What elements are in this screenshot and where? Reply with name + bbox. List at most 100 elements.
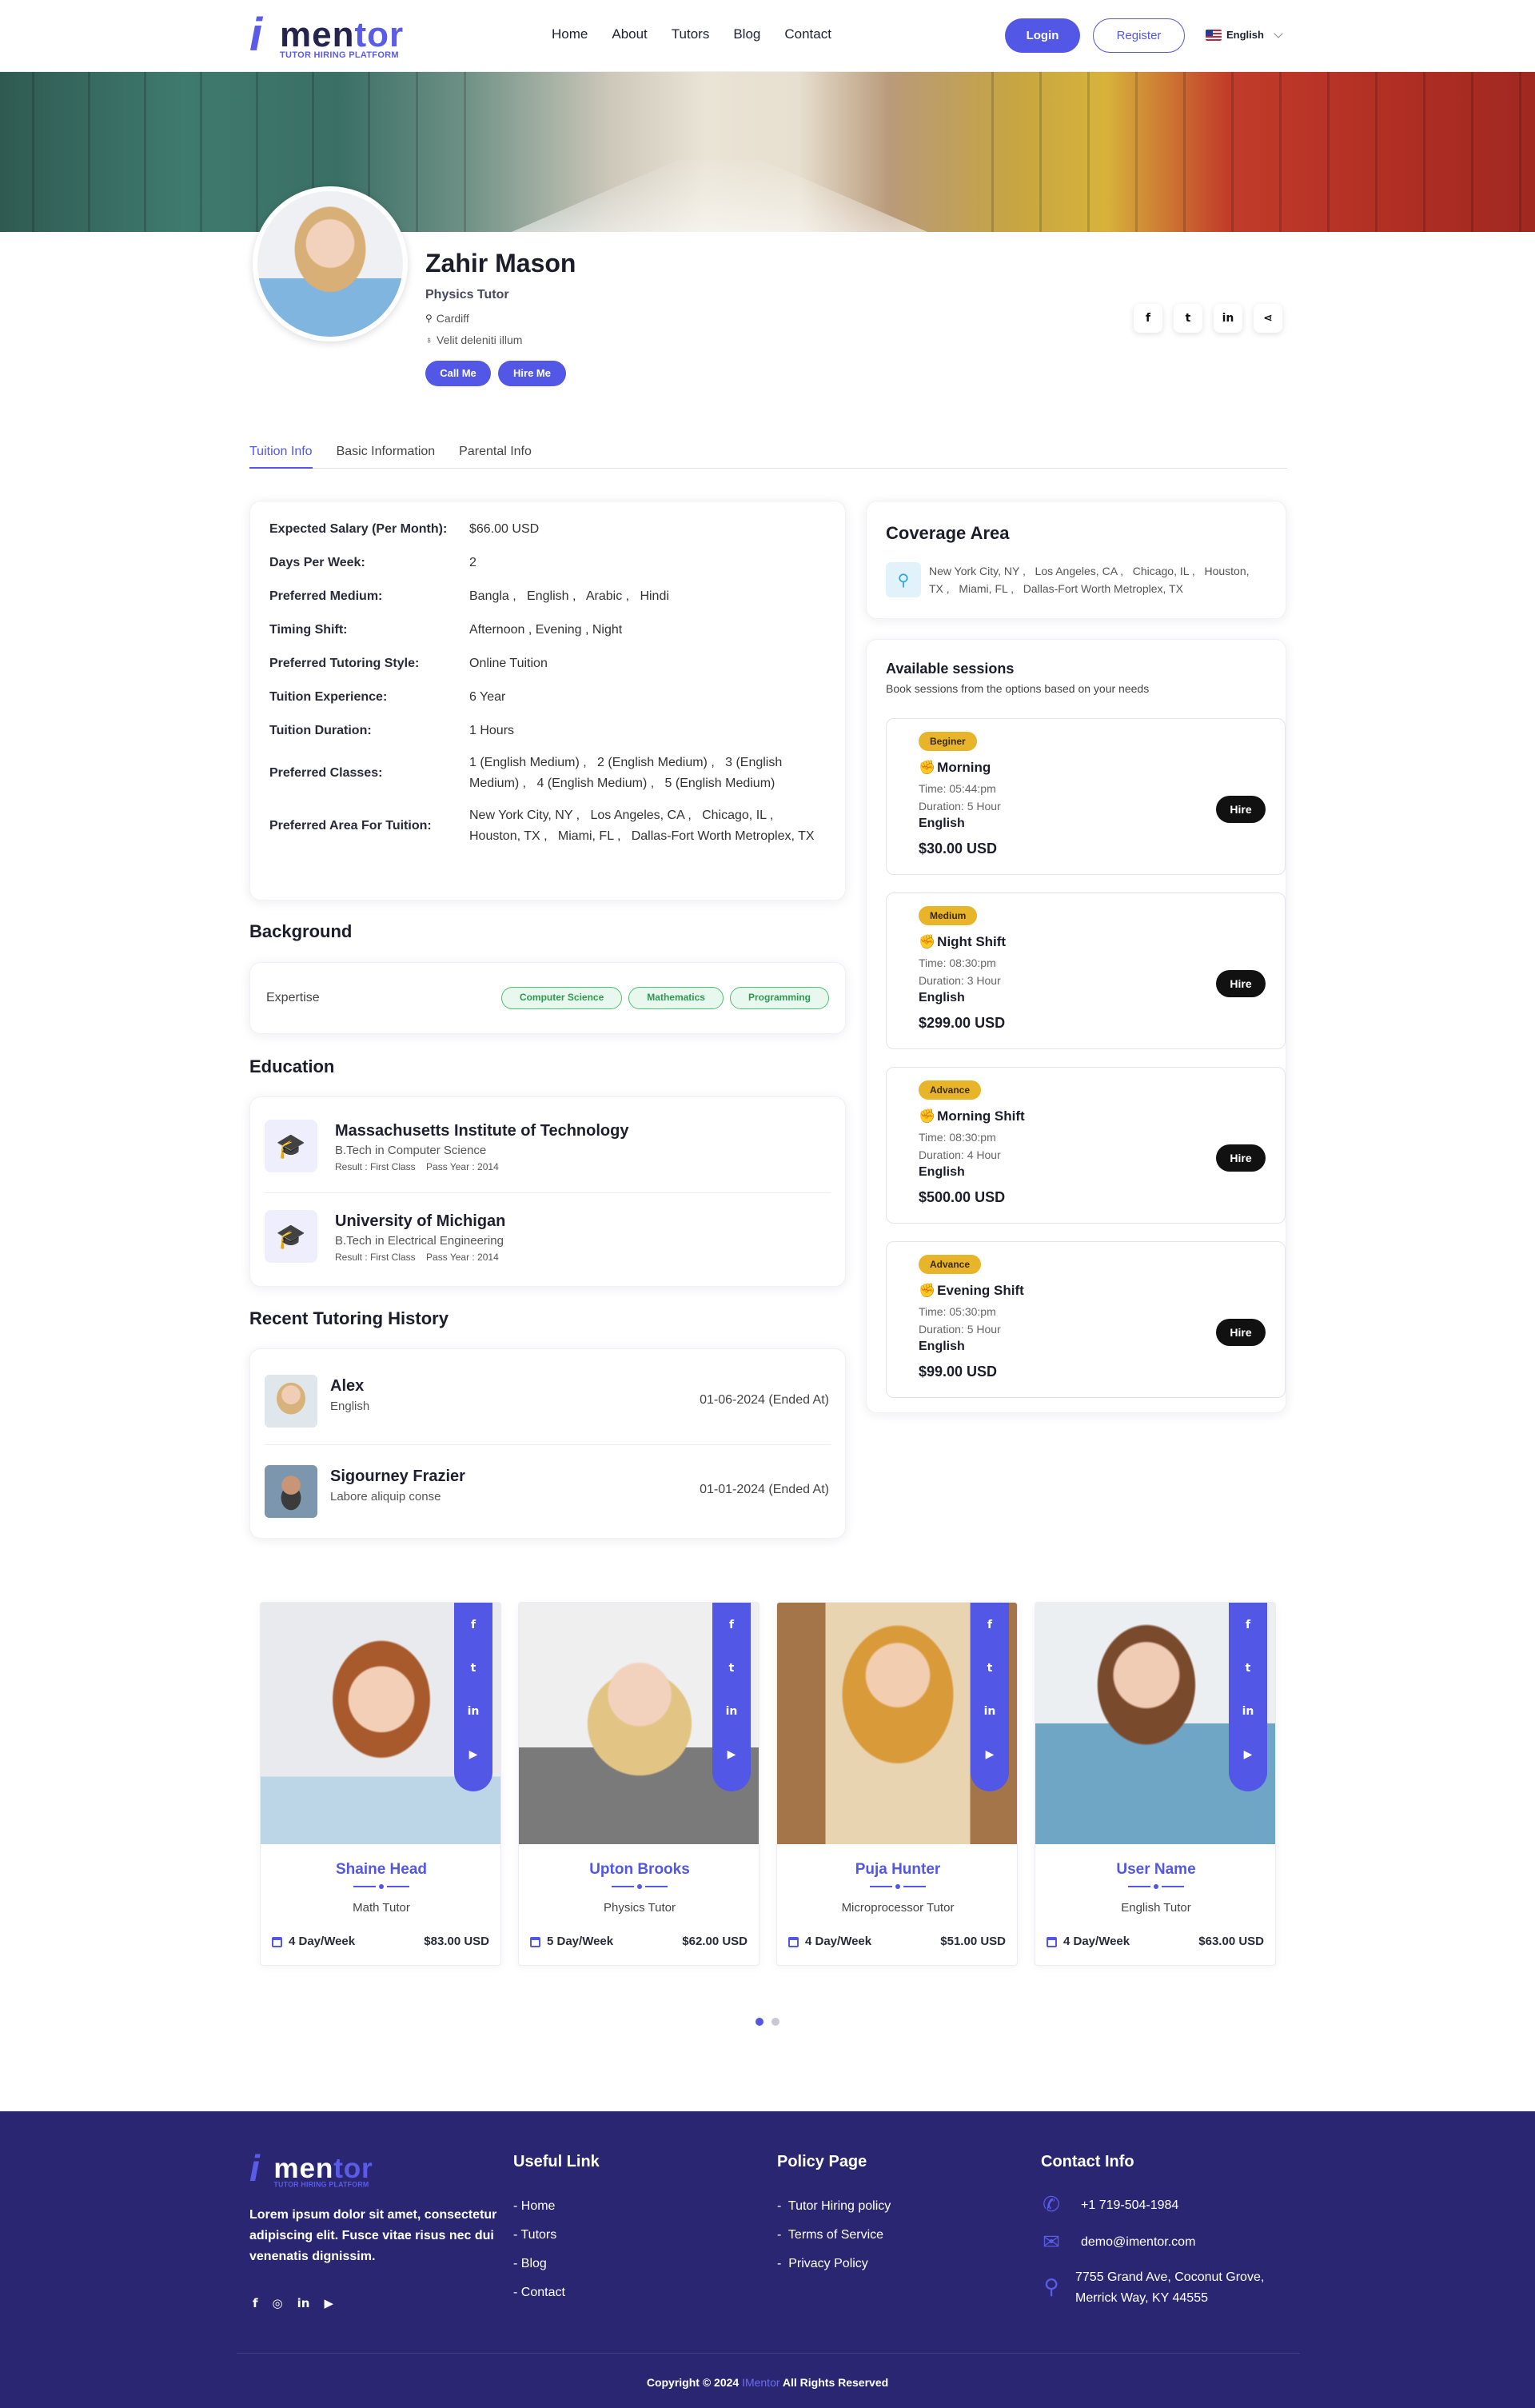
youtube-icon[interactable]: ▶ [971,1747,1009,1763]
map-pin-icon: ⚲ [886,562,921,597]
linkedin-icon[interactable]: in [1214,304,1242,333]
linkedin-icon[interactable]: in [971,1703,1009,1719]
twitter-icon[interactable]: t [1174,304,1202,333]
call-me-button[interactable]: Call Me [425,361,491,386]
carousel-dot[interactable] [771,2018,779,2026]
contact-info-title: Contact Info [1041,2153,1134,2170]
youtube-icon[interactable]: ▶ [454,1747,492,1763]
facebook-icon[interactable]: f [253,2295,258,2311]
footer-link-contact[interactable]: - Contact [513,2285,565,2301]
twitter-icon[interactable]: t [1229,1660,1267,1676]
locker-seam [88,72,90,232]
youtube-icon[interactable]: ▶ [1229,1747,1267,1763]
hire-me-button[interactable]: Hire Me [498,361,566,386]
tutor-name[interactable]: Shaine Head [261,1860,500,1879]
tutor-price: $62.00 USD [682,1935,748,1948]
divider [353,1884,409,1889]
footer-link-hiring-policy[interactable]: - Tutor Hiring policy [777,2198,891,2214]
profile-name: Zahir Mason [425,249,576,278]
facebook-icon[interactable]: f [454,1617,492,1633]
tutor-name[interactable]: User Name [1035,1860,1275,1879]
info-row-shift: Timing Shift: Afternoon , Evening , Nigh… [269,623,623,637]
tutor-card[interactable]: f t in ▶ Puja Hunter Microprocessor Tuto… [776,1602,1018,1966]
session-duration: Duration: 5 Hour [919,1323,1001,1336]
divider [870,1884,926,1889]
footer-address: 7755 Grand Ave, Coconut Grove, Merrick W… [1075,2270,1265,2305]
session-hire-button[interactable]: Hire [1216,970,1266,997]
session-name: ✊ Morning [919,760,991,775]
tab-basic-information[interactable]: Basic Information [337,438,436,469]
main-nav: Home About Tutors Blog Contact [552,26,831,42]
linkedin-icon[interactable]: in [454,1703,492,1719]
footer-link-blog[interactable]: - Blog [513,2256,547,2272]
banner-hallway-floor [512,160,927,232]
facebook-icon[interactable]: f [971,1617,1009,1633]
youtube-icon[interactable]: ▶ [712,1747,751,1763]
youtube-icon[interactable]: ▶ [324,2295,333,2311]
history-date: 01-06-2024 (Ended At) [700,1393,829,1407]
tutor-card[interactable]: f t in ▶ Shaine Head Math Tutor 4 Day/We… [260,1602,501,1966]
nav-blog[interactable]: Blog [733,26,760,42]
profile-location: ⚲ Cardiff [425,312,469,325]
footer-logo[interactable]: i mentor TUTOR HIRING PLATFORM [249,2150,377,2190]
nav-home[interactable]: Home [552,26,588,42]
linkedin-icon[interactable]: in [712,1703,751,1719]
linkedin-icon[interactable]: in [1229,1703,1267,1719]
site-logo[interactable]: i mentor TUTOR HIRING PLATFORM [249,11,409,62]
linkedin-icon[interactable]: in [297,2295,310,2311]
register-button[interactable]: Register [1093,18,1185,53]
session-price: $99.00 USD [919,1364,998,1380]
session-hire-button[interactable]: Hire [1216,1319,1266,1346]
footer-divider [237,2353,1300,2354]
tutor-card[interactable]: f t in ▶ User Name English Tutor 4 Day/W… [1035,1602,1276,1966]
tab-parental-info[interactable]: Parental Info [459,438,532,469]
footer-link-privacy[interactable]: - Privacy Policy [777,2256,868,2272]
locker-seam [991,72,994,232]
footer-link-tutors[interactable]: - Tutors [513,2227,556,2243]
login-button[interactable]: Login [1005,18,1080,53]
graduation-cap-icon: 🎓 [265,1210,317,1263]
twitter-icon[interactable]: t [454,1660,492,1676]
logo-tagline: TUTOR HIRING PLATFORM [273,2181,369,2189]
session-level-badge: Advance [919,1080,982,1100]
flexed-arm-icon: ✊ [919,1108,936,1124]
tutor-price: $51.00 USD [940,1935,1006,1948]
tutor-days: 4 Day/Week [788,1934,871,1950]
tutor-name[interactable]: Upton Brooks [519,1860,759,1879]
instagram-icon[interactable]: ◎ [273,2295,283,2311]
history-card: Alex English 01-06-2024 (Ended At) Sigou… [249,1348,846,1539]
nav-about[interactable]: About [612,26,647,42]
nav-tutors[interactable]: Tutors [672,26,710,42]
footer-email[interactable]: demo@imentor.com [1081,2232,1195,2253]
locker-seam [1039,72,1042,232]
tab-tuition-info[interactable]: Tuition Info [249,438,313,469]
session-time: Time: 05:44:pm [919,782,996,795]
session-hire-button[interactable]: Hire [1216,1144,1266,1172]
tutor-price: $63.00 USD [1198,1935,1264,1948]
session-time: Time: 05:30:pm [919,1305,996,1318]
footer-phone[interactable]: +1 719-504-1984 [1081,2195,1178,2216]
language-selector[interactable]: English [1206,27,1283,43]
facebook-icon[interactable]: f [712,1617,751,1633]
facebook-icon[interactable]: f [1229,1617,1267,1633]
nav-contact[interactable]: Contact [784,26,831,42]
footer-link-terms[interactable]: - Terms of Service [777,2227,883,2243]
tutor-name[interactable]: Puja Hunter [777,1860,1017,1879]
twitter-icon[interactable]: t [712,1660,751,1676]
background-card: Expertise Computer Science Mathematics Pro… [249,962,846,1034]
graduation-cap-icon: 🎓 [265,1120,317,1172]
facebook-icon[interactable]: f [1134,304,1162,333]
tutor-social-bar: f t in ▶ [1229,1603,1267,1791]
expertise-tags: Computer Science Mathematics Programming [495,987,829,1009]
locker-seam [1279,72,1282,232]
session-hire-button[interactable]: Hire [1216,796,1266,823]
share-icon[interactable]: ⋖ [1254,304,1282,333]
carousel-dot-active[interactable] [756,2018,764,2026]
coverage-areas: New York City, NY , Los Angeles, CA , Ch… [929,565,1253,595]
footer-link-home[interactable]: - Home [513,2198,555,2214]
tutor-card[interactable]: f t in ▶ Upton Brooks Physics Tutor 5 Da… [518,1602,760,1966]
info-row-duration: Tuition Duration: 1 Hours [269,724,515,737]
tutor-social-bar: f t in ▶ [712,1603,751,1791]
twitter-icon[interactable]: t [971,1660,1009,1676]
session-price: $30.00 USD [919,841,998,857]
